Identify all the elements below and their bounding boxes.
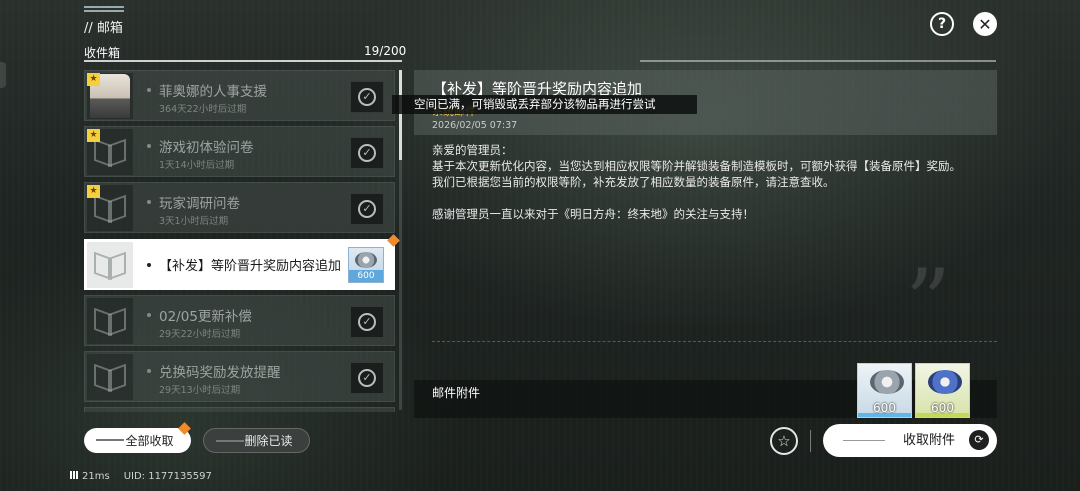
attachment-count: 600: [931, 401, 954, 415]
mail-greeting: 亲爱的管理员：: [432, 143, 513, 157]
attachments-label: 邮件附件: [432, 386, 481, 400]
logo-icon: [94, 367, 126, 387]
inbox-count: 19/200: [364, 44, 407, 58]
close-icon[interactable]: ✕: [973, 12, 997, 36]
mail-item-2[interactable]: ★ 玩家调研问卷 3天1小时后过期 ✓: [84, 182, 395, 233]
bullet: [147, 369, 151, 373]
attachment-count: 600: [873, 401, 896, 415]
mail-title: 游戏初体验问卷: [159, 140, 254, 156]
mail-body-line: 基于本次更新优化内容，当您达到相应权限等阶并解锁装备制造模板时，可额外获得【装备…: [432, 159, 961, 173]
attachment-thumb: 600: [348, 247, 384, 283]
separator: [810, 430, 811, 452]
equipment-part-icon: [355, 252, 377, 268]
page-title: // 邮箱: [84, 21, 123, 36]
logo-icon: [94, 311, 126, 331]
mail-title: 玩家调研问卷: [159, 196, 240, 212]
mail-item-partial[interactable]: [84, 407, 395, 412]
signal-icon: [70, 471, 78, 479]
list-scrollbar-thumb[interactable]: [399, 70, 402, 160]
mail-list: ★ 菲奥娜的人事支援 364天22小时后过期 ✓ ★ 游戏初体验问卷 1天14小…: [84, 70, 395, 412]
mail-expiry: 3天1小时后过期: [159, 216, 229, 227]
attachment-count: 600: [349, 270, 383, 282]
mail-expiry: 364天22小时后过期: [159, 104, 247, 115]
mail-item-4[interactable]: 02/05更新补偿 29天22小时后过期 ✓: [84, 295, 395, 346]
ping-value: 21ms: [82, 471, 110, 482]
star-icon: ★: [87, 129, 100, 142]
mail-thumb: [87, 298, 133, 344]
button-decoration: [216, 440, 244, 442]
mail-body-line: 我们已根据您当前的权限等阶，补充发放了相应数量的装备原件，请注意查收。: [432, 175, 835, 189]
mail-expiry: 1天14小时后过期: [159, 160, 235, 171]
collect-all-button[interactable]: 全部收取: [84, 428, 191, 453]
toast-message: 空间已满，可销毁或丢弃部分该物品再进行尝试: [392, 95, 697, 114]
delete-read-label: 删除已读: [244, 434, 293, 448]
help-icon[interactable]: ?: [930, 12, 954, 36]
equipment-part-icon: [928, 370, 962, 394]
inbox-divider: [84, 60, 402, 62]
attachment-item-1[interactable]: 600: [915, 363, 970, 418]
mail-item-5[interactable]: 兑换码奖励发放提醒 29天13小时后过期 ✓: [84, 351, 395, 402]
star-icon[interactable]: ☆: [770, 427, 798, 455]
collect-icon: ⟳: [969, 430, 989, 450]
mail-title: 兑换码奖励发放提醒: [159, 365, 281, 381]
mail-item-0[interactable]: ★ 菲奥娜的人事支援 364天22小时后过期 ✓: [84, 70, 395, 121]
mail-expiry: 29天13小时后过期: [159, 385, 241, 396]
star-icon: ★: [87, 185, 100, 198]
quote-mark-icon: ”: [905, 250, 952, 355]
dashed-divider: [432, 341, 997, 342]
claimed-check-icon: ✓: [350, 81, 384, 113]
collect-attachments-label: 收取附件: [903, 433, 956, 448]
mail-thumb: [87, 242, 133, 288]
mail-date: 2026/02/05 07:37: [432, 120, 518, 131]
mail-body-line: 感谢管理员一直以来对于《明日方舟：终末地》的关注与支持！: [432, 207, 754, 221]
collect-attachments-button[interactable]: 收取附件 ⟳: [823, 424, 997, 457]
attachment-item-0[interactable]: 600: [857, 363, 912, 418]
bullet: [147, 200, 151, 204]
mail-item-1[interactable]: ★ 游戏初体验问卷 1天14小时后过期 ✓: [84, 126, 395, 177]
star-icon: ★: [87, 73, 100, 86]
status-bar: 21ms UID: 1177135597: [70, 471, 212, 482]
claimed-check-icon: ✓: [350, 306, 384, 338]
mail-thumb: [87, 354, 133, 400]
mail-title: 菲奥娜的人事支援: [159, 84, 267, 100]
uid-display: UID: 1177135597: [123, 471, 212, 482]
claimed-check-icon: ✓: [350, 362, 384, 394]
mail-expiry: 29天22小时后过期: [159, 329, 241, 340]
ping-display: 21ms: [70, 471, 110, 482]
logo-icon: [94, 198, 126, 218]
delete-read-button[interactable]: 删除已读: [203, 428, 310, 453]
equipment-part-icon: [870, 370, 904, 394]
bullet: [147, 144, 151, 148]
button-decoration: [96, 439, 124, 441]
mail-body: 亲爱的管理员： 基于本次更新优化内容，当您达到相应权限等阶并解锁装备制造模板时，…: [432, 142, 961, 222]
claimed-check-icon: ✓: [350, 137, 384, 169]
inbox-label: 收件箱: [84, 46, 121, 60]
logo-icon: [94, 255, 126, 275]
logo-icon: [94, 142, 126, 162]
bullet: [147, 313, 151, 317]
mail-item-3[interactable]: 【补发】等阶晋升奖励内容追加 600: [84, 239, 395, 290]
mail-title: 【补发】等阶晋升奖励内容追加: [159, 259, 342, 274]
bullet: [147, 263, 151, 267]
collect-all-label: 全部收取: [125, 434, 174, 448]
left-edge-tab[interactable]: [0, 62, 6, 88]
claimed-check-icon: ✓: [350, 193, 384, 225]
game-logo: [84, 6, 124, 14]
mail-title: 02/05更新补偿: [159, 309, 252, 325]
button-decoration: [843, 440, 885, 441]
bullet: [147, 88, 151, 92]
panel-divider: [640, 60, 996, 62]
